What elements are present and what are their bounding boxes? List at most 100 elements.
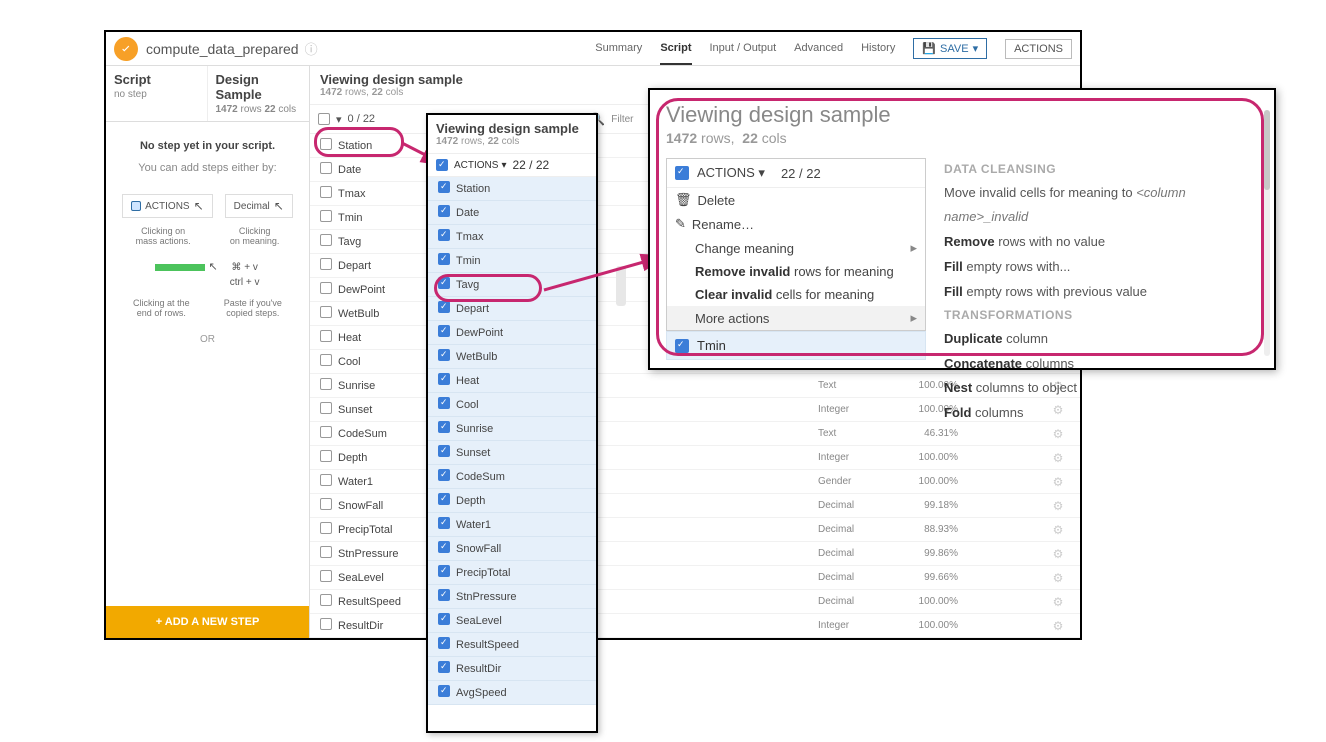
column-checkbox[interactable]: [320, 378, 332, 390]
column-checkbox[interactable]: [438, 397, 450, 409]
column-checkbox[interactable]: [320, 138, 332, 150]
column-row[interactable]: Depart: [428, 297, 596, 321]
column-checkbox[interactable]: [320, 498, 332, 510]
column-checkbox[interactable]: [320, 546, 332, 558]
filter-label[interactable]: Filter: [611, 114, 633, 125]
column-checkbox[interactable]: [438, 205, 450, 217]
column-row[interactable]: Tmax: [428, 225, 596, 249]
popup2-scrollbar[interactable]: [1264, 110, 1270, 356]
gear-icon[interactable]: ⚙: [1046, 595, 1070, 609]
column-row[interactable]: WetBulb: [428, 345, 596, 369]
column-checkbox[interactable]: [320, 282, 332, 294]
column-row[interactable]: ResultSpeed: [428, 633, 596, 657]
gear-icon[interactable]: ⚙: [1046, 619, 1070, 633]
column-checkbox[interactable]: [438, 301, 450, 313]
gear-icon[interactable]: ⚙: [1046, 499, 1070, 513]
column-row[interactable]: Station: [428, 177, 596, 201]
tab-history[interactable]: History: [861, 32, 895, 65]
gear-icon[interactable]: ⚙: [1046, 475, 1070, 489]
column-row[interactable]: Sunrise: [428, 417, 596, 441]
gear-icon[interactable]: ⚙: [1046, 451, 1070, 465]
sub-item-remove-novalue[interactable]: Remove rows with no value: [944, 230, 1258, 255]
sub-item-concat[interactable]: Concatenate columns: [944, 352, 1258, 377]
sub-item-fill-prev[interactable]: Fill empty rows with previous value: [944, 280, 1258, 305]
column-row[interactable]: Heat: [428, 369, 596, 393]
actions-button[interactable]: ACTIONS: [1005, 39, 1072, 59]
column-checkbox[interactable]: [438, 373, 450, 385]
menu-item-clear-invalid[interactable]: Clear invalid cells for meaning: [667, 283, 925, 306]
save-button[interactable]: 💾SAVE▾: [913, 38, 987, 59]
column-checkbox[interactable]: [438, 685, 450, 697]
column-checkbox[interactable]: [320, 234, 332, 246]
column-row[interactable]: Water1: [428, 513, 596, 537]
column-row[interactable]: SeaLevel: [428, 609, 596, 633]
column-row[interactable]: Tmin: [428, 249, 596, 273]
menu-item-rename[interactable]: ✎Rename…: [667, 212, 925, 236]
column-checkbox[interactable]: [438, 589, 450, 601]
column-row[interactable]: SnowFall: [428, 537, 596, 561]
column-checkbox[interactable]: [438, 637, 450, 649]
column-row[interactable]: ResultDir: [428, 657, 596, 681]
popup2-actions-toggle[interactable]: ACTIONS ▾: [697, 165, 765, 181]
gear-icon[interactable]: ⚙: [1046, 523, 1070, 537]
popup2-select-all[interactable]: [675, 166, 689, 180]
menu-item-delete[interactable]: 🗑Delete: [667, 188, 925, 212]
info-icon[interactable]: ⓘ: [305, 39, 318, 58]
menu-item-remove-invalid[interactable]: Remove invalid rows for meaning: [667, 260, 925, 283]
sub-item-nest[interactable]: Nest columns to object: [944, 376, 1258, 401]
sub-item-fold[interactable]: Fold columns: [944, 401, 1258, 426]
column-checkbox[interactable]: [438, 565, 450, 577]
popup1-select-all[interactable]: [436, 159, 448, 171]
column-checkbox[interactable]: [320, 210, 332, 222]
menu-item-more-actions[interactable]: More actions▸: [667, 306, 925, 330]
column-row[interactable]: DewPoint: [428, 321, 596, 345]
column-checkbox[interactable]: [438, 445, 450, 457]
column-checkbox[interactable]: [438, 325, 450, 337]
column-checkbox[interactable]: [438, 421, 450, 433]
column-row[interactable]: PrecipTotal: [428, 561, 596, 585]
column-checkbox[interactable]: [438, 469, 450, 481]
popup1-actions-dropdown[interactable]: ACTIONS ▾: [454, 160, 506, 171]
column-checkbox[interactable]: [320, 570, 332, 582]
column-checkbox[interactable]: [320, 594, 332, 606]
sub-item-fill-empty[interactable]: Fill empty rows with...: [944, 255, 1258, 280]
column-checkbox[interactable]: [438, 349, 450, 361]
column-checkbox[interactable]: [438, 277, 450, 289]
tab-io[interactable]: Input / Output: [710, 32, 777, 65]
column-checkbox[interactable]: [438, 541, 450, 553]
column-row[interactable]: Sunset: [428, 441, 596, 465]
column-checkbox[interactable]: [438, 493, 450, 505]
column-checkbox[interactable]: [438, 181, 450, 193]
column-checkbox[interactable]: [320, 162, 332, 174]
column-checkbox[interactable]: [320, 186, 332, 198]
column-checkbox[interactable]: [320, 354, 332, 366]
column-row[interactable]: Depth: [428, 489, 596, 513]
tab-summary[interactable]: Summary: [595, 32, 642, 65]
column-checkbox[interactable]: [320, 618, 332, 630]
sub-item-move-invalid[interactable]: Move invalid cells for meaning to <colum…: [944, 181, 1258, 230]
column-checkbox[interactable]: [320, 474, 332, 486]
column-row[interactable]: AvgSpeed: [428, 681, 596, 705]
column-row[interactable]: StnPressure: [428, 585, 596, 609]
column-checkbox[interactable]: [438, 661, 450, 673]
column-checkbox[interactable]: [320, 426, 332, 438]
menu-item-change-meaning[interactable]: Change meaning▸: [667, 236, 925, 260]
column-checkbox[interactable]: [320, 450, 332, 462]
column-checkbox[interactable]: [438, 613, 450, 625]
column-checkbox[interactable]: [438, 253, 450, 265]
column-row[interactable]: Cool: [428, 393, 596, 417]
column-row[interactable]: Tavg: [428, 273, 596, 297]
panel-resize-handle[interactable]: [616, 266, 626, 306]
select-all-toggle[interactable]: ▾0 / 22: [318, 113, 375, 126]
column-checkbox[interactable]: [438, 517, 450, 529]
tab-script[interactable]: Script: [660, 32, 691, 65]
column-checkbox[interactable]: [438, 229, 450, 241]
sub-item-duplicate[interactable]: Duplicate column: [944, 327, 1258, 352]
gear-icon[interactable]: ⚙: [1046, 571, 1070, 585]
gear-icon[interactable]: ⚙: [1046, 427, 1070, 441]
column-checkbox[interactable]: [320, 330, 332, 342]
add-new-step-button[interactable]: + ADD A NEW STEP: [106, 606, 309, 638]
column-checkbox[interactable]: [320, 522, 332, 534]
column-checkbox[interactable]: [320, 402, 332, 414]
gear-icon[interactable]: ⚙: [1046, 547, 1070, 561]
